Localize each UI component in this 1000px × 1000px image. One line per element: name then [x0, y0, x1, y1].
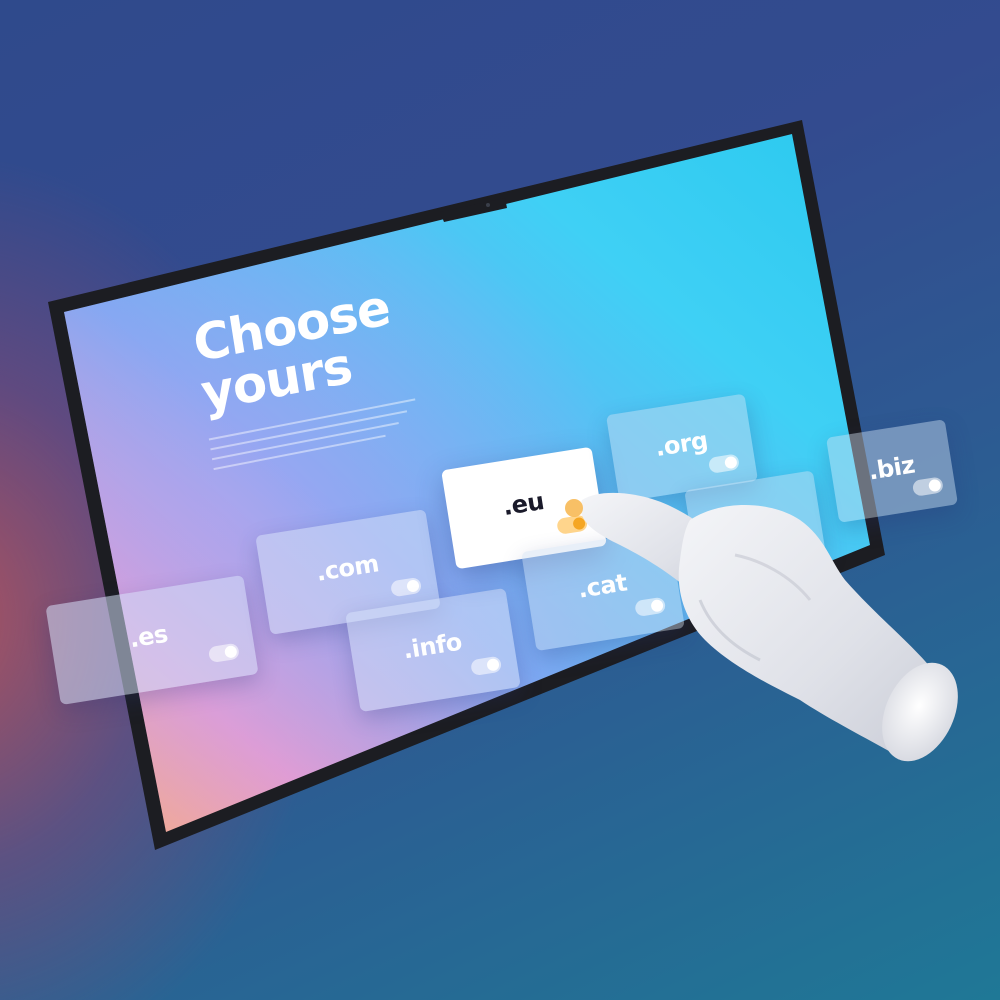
domain-toggle-cat[interactable]: [634, 596, 667, 618]
domain-toggle-info[interactable]: [470, 655, 503, 677]
domain-toggle-eu[interactable]: [556, 514, 589, 535]
domain-toggle-org[interactable]: [707, 453, 741, 474]
domain-toggle-biz[interactable]: [911, 476, 944, 497]
domain-toggle-com[interactable]: [390, 576, 423, 598]
domain-toggle-es[interactable]: [207, 642, 240, 664]
